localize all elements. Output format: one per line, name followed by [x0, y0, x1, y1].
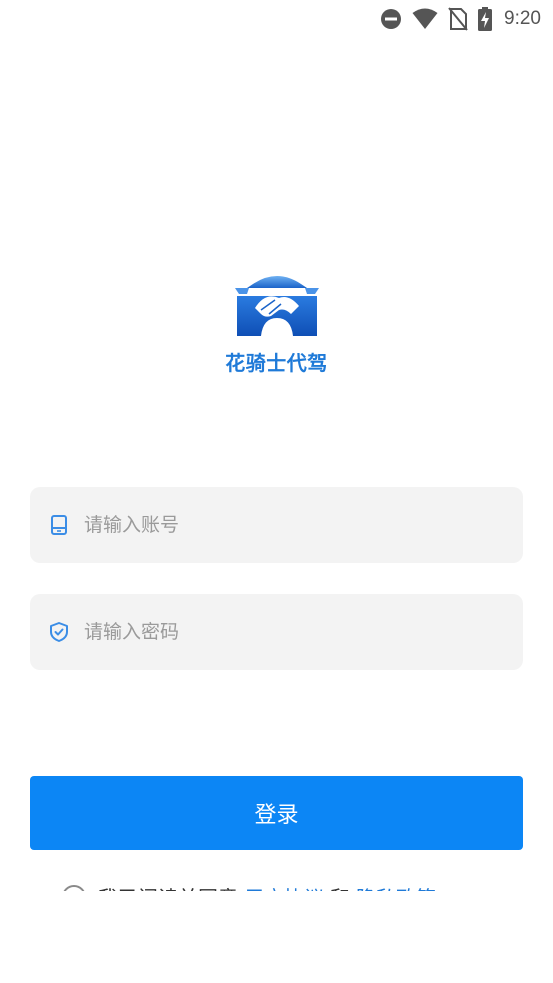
- status-time: 9:20: [504, 8, 541, 29]
- shield-check-icon: [50, 622, 68, 642]
- login-screen: 9:20 花骑士代驾 请输入账号 登录: [0, 0, 553, 983]
- account-input[interactable]: [84, 487, 523, 563]
- do-not-disturb-icon: [381, 9, 402, 29]
- user-agreement-link[interactable]: 用户协议: [244, 882, 324, 891]
- no-sim-icon: [448, 7, 468, 31]
- app-logo-block: 花骑士代驾: [0, 270, 553, 376]
- agreement-row: 我已阅读并同意 用户协议 和 隐私政策: [62, 882, 442, 891]
- account-field[interactable]: [30, 487, 523, 563]
- battery-charging-icon: [478, 7, 493, 31]
- status-bar: 9:20: [0, 0, 553, 38]
- login-button[interactable]: 登录: [30, 776, 523, 850]
- agreement-and: 和: [330, 882, 350, 891]
- agreement-checkbox[interactable]: [62, 884, 86, 891]
- password-input[interactable]: [84, 594, 523, 670]
- password-field[interactable]: [30, 594, 523, 670]
- handshake-car-logo: [234, 276, 319, 336]
- app-name: 花骑士代驾: [225, 351, 328, 375]
- privacy-policy-link[interactable]: 隐私政策: [356, 882, 436, 891]
- agreement-prefix: 我已阅读并同意: [98, 882, 238, 891]
- agreement-row-clip: 我已阅读并同意 用户协议 和 隐私政策: [0, 872, 553, 891]
- wifi-icon: [412, 8, 438, 29]
- status-icons: 9:20: [380, 6, 541, 32]
- phone-icon: [51, 515, 67, 535]
